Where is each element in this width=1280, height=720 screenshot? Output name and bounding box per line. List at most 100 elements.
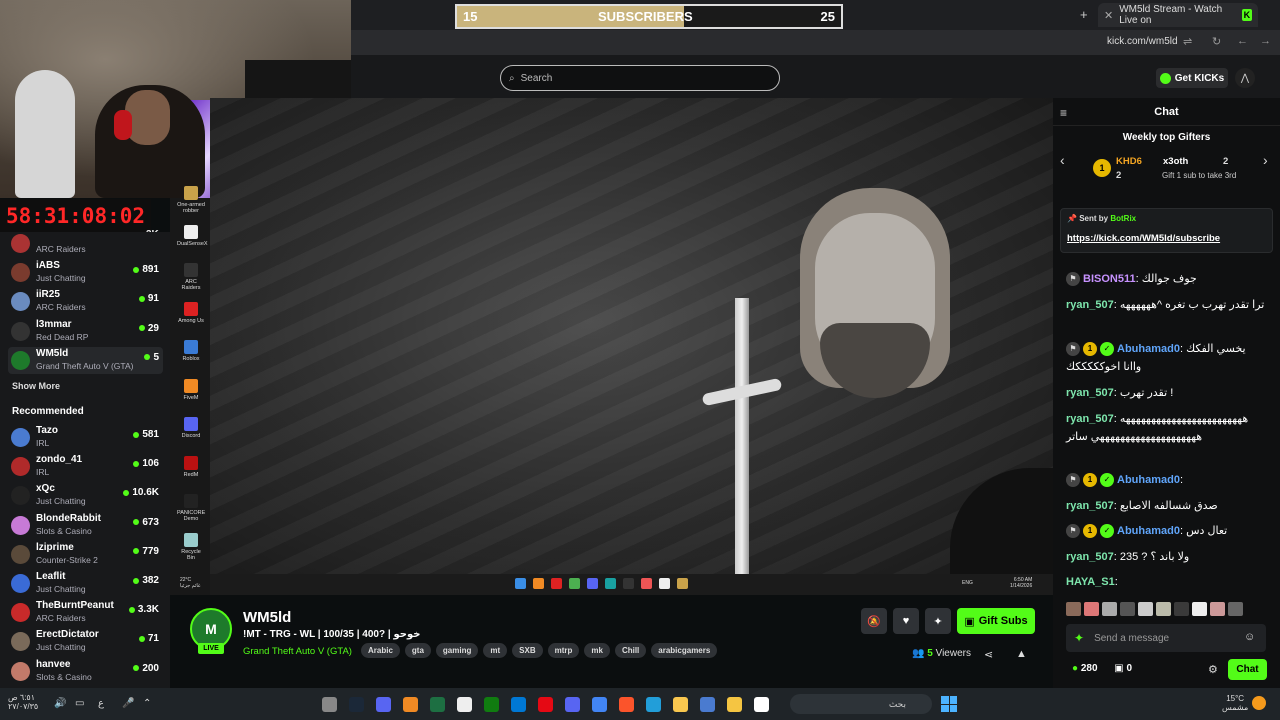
recommended-channel-item[interactable]: lziprime Counter-Strike 2 779 xyxy=(8,541,163,568)
recommended-channel-item[interactable]: xQc Just Chatting 10.6K xyxy=(8,482,163,509)
chatter-avatar-icon[interactable] xyxy=(1156,602,1171,616)
chatter-avatar-icon[interactable] xyxy=(1174,602,1189,616)
chat-username[interactable]: Abuhamad0 xyxy=(1117,525,1180,537)
search-input[interactable]: ⌕ Search xyxy=(500,65,780,91)
recommended-channel-item[interactable]: Leaflit Just Chatting 382 xyxy=(8,570,163,597)
stream-tag[interactable]: Chill xyxy=(614,643,647,658)
taskbar-app-icon[interactable] xyxy=(457,697,472,712)
chat-settings-icon[interactable]: ⚙ xyxy=(1208,663,1218,676)
language-indicator[interactable]: ع xyxy=(98,698,104,709)
chat-username[interactable]: ryan_507 xyxy=(1066,387,1114,399)
chat-username[interactable]: BISON511 xyxy=(1083,273,1136,285)
desktop-icon[interactable]: Among Us xyxy=(177,301,205,324)
taskbar-app-icon[interactable] xyxy=(565,697,580,712)
desktop-icon[interactable]: ARC Raiders xyxy=(177,263,205,291)
taskbar-app-icon[interactable] xyxy=(538,697,553,712)
reload-icon[interactable]: ↻ xyxy=(1212,35,1221,48)
chat-username[interactable]: ryan_507 xyxy=(1066,551,1114,563)
emoji-picker-icon[interactable]: ☺ xyxy=(1244,631,1255,643)
pinned-link[interactable]: https://kick.com/WM5ld/subscribe xyxy=(1067,233,1220,244)
taskbar-app-icon[interactable] xyxy=(673,697,688,712)
followed-channel-item[interactable]: iABS Just Chatting 891 xyxy=(8,259,163,286)
followed-channel-item[interactable]: iiR25 ARC Raiders 91 xyxy=(8,288,163,315)
back-icon[interactable]: ← xyxy=(1237,35,1248,47)
volume-icon[interactable]: 🔊 xyxy=(54,698,66,709)
follow-heart-button[interactable]: ♥ xyxy=(893,608,919,634)
close-tab-icon[interactable]: ✕ xyxy=(1104,9,1113,22)
followed-channel-item[interactable]: ARC Raiders xyxy=(8,230,163,257)
chatter-avatar-icon[interactable] xyxy=(1120,602,1135,616)
gifters-next-icon[interactable]: › xyxy=(1263,152,1268,168)
taskbar-app-icon[interactable] xyxy=(511,697,526,712)
chatter-avatar-icon[interactable] xyxy=(1084,602,1099,616)
share-icon[interactable]: ⋖ xyxy=(984,648,993,661)
desktop-icon[interactable]: PANICORE Demo xyxy=(177,494,205,522)
chatter-avatar-icon[interactable] xyxy=(1228,602,1243,616)
chevron-up-icon[interactable]: ⌃ xyxy=(143,698,151,709)
taskbar-app-icon[interactable] xyxy=(592,697,607,712)
taskbar-app-icon[interactable] xyxy=(727,697,742,712)
recommended-channel-item[interactable]: TheBurntPeanut ARC Raiders 3.3K xyxy=(8,599,163,626)
recommended-channel-item[interactable]: ErectDictator Just Chatting 71 xyxy=(8,628,163,655)
desktop-icon[interactable]: One-armed robber xyxy=(177,186,205,214)
chat-username[interactable]: HAYA_S1 xyxy=(1066,576,1115,588)
report-icon[interactable]: ▲ xyxy=(1016,648,1027,660)
get-kicks-button[interactable]: Get KICKs xyxy=(1156,68,1228,88)
taskbar-app-icon[interactable] xyxy=(376,697,391,712)
desktop-icon[interactable]: Recycle Bin xyxy=(177,532,205,561)
taskbar-weather[interactable]: 15°C مشمس xyxy=(1222,694,1248,712)
desktop-icon[interactable]: Discord xyxy=(177,417,205,439)
stream-tag[interactable]: Arabic xyxy=(361,643,400,658)
chatter-avatar-icon[interactable] xyxy=(1210,602,1225,616)
chat-username[interactable]: ryan_507 xyxy=(1066,500,1114,512)
mute-notifications-button[interactable]: 🔕 xyxy=(861,608,887,634)
stream-category[interactable]: Grand Theft Auto V (GTA) xyxy=(243,646,352,657)
chat-username[interactable]: Abuhamad0 xyxy=(1117,343,1180,355)
network-icon[interactable]: ▭ xyxy=(75,698,84,709)
collapse-chat-icon[interactable]: ≡ xyxy=(1060,106,1067,120)
chat-username[interactable]: ryan_507 xyxy=(1066,299,1114,311)
taskbar-app-icon[interactable] xyxy=(700,697,715,712)
stream-video[interactable] xyxy=(210,98,1053,595)
gifters-prev-icon[interactable]: ‹ xyxy=(1060,152,1065,168)
chatter-avatar-icon[interactable] xyxy=(1138,602,1153,616)
recommended-channel-item[interactable]: hanvee Slots & Casino 200 xyxy=(8,658,163,685)
stream-tag[interactable]: arabicgamers xyxy=(651,643,718,658)
gift-subs-button[interactable]: ▣ Gift Subs xyxy=(957,608,1035,634)
forward-icon[interactable]: → xyxy=(1260,35,1271,47)
sparkle-button[interactable]: ✦ xyxy=(925,608,951,634)
chat-username[interactable]: ryan_507 xyxy=(1066,413,1114,425)
stream-tag[interactable]: gaming xyxy=(435,643,479,658)
start-button[interactable] xyxy=(941,696,957,712)
recommended-channel-item[interactable]: zondo_41 IRL 106 xyxy=(8,453,163,480)
taskbar-search[interactable]: بحث xyxy=(790,694,932,714)
taskbar-app-icon[interactable] xyxy=(403,697,418,712)
recommended-channel-item[interactable]: BlondeRabbit Slots & Casino 673 xyxy=(8,512,163,539)
taskbar-app-icon[interactable] xyxy=(754,697,769,712)
stream-tag[interactable]: mk xyxy=(584,643,610,658)
chat-input[interactable]: ✦ Send a message xyxy=(1066,624,1266,652)
chat-username[interactable]: Abuhamad0 xyxy=(1117,474,1180,486)
stream-tag[interactable]: mt xyxy=(483,643,508,658)
chatter-avatar-icon[interactable] xyxy=(1102,602,1117,616)
site-settings-icon[interactable]: ⇌ xyxy=(1183,35,1192,48)
stream-tag[interactable]: gta xyxy=(404,643,431,658)
browser-tab-active[interactable]: ✕ WM5ld Stream - Watch Live on K xyxy=(1098,3,1258,27)
channel-name[interactable]: WM5ld xyxy=(243,609,291,626)
url-text[interactable]: kick.com/wm5ld xyxy=(1107,36,1178,47)
recommended-channel-item[interactable]: Tazo IRL 581 xyxy=(8,424,163,451)
stream-tag[interactable]: SXB xyxy=(512,643,543,658)
show-more-button[interactable]: Show More xyxy=(12,381,60,391)
send-chat-button[interactable]: Chat xyxy=(1228,659,1267,680)
taskbar-app-icon[interactable] xyxy=(430,697,445,712)
desktop-icon[interactable]: DualSenseX xyxy=(177,224,208,247)
mic-icon[interactable]: 🎤 xyxy=(122,698,134,709)
taskbar-app-icon[interactable] xyxy=(646,697,661,712)
stream-tag[interactable]: mtrp xyxy=(547,643,580,658)
followed-channel-item[interactable]: WM5ld Grand Theft Auto V (GTA) 5 xyxy=(8,346,163,374)
taskbar-app-icon[interactable] xyxy=(619,697,634,712)
taskbar-app-icon[interactable] xyxy=(349,697,364,712)
desktop-icon[interactable]: FiveM xyxy=(177,378,205,401)
taskbar-app-icon[interactable] xyxy=(322,697,337,712)
user-avatar-icon[interactable]: ⋀ xyxy=(1235,68,1255,88)
